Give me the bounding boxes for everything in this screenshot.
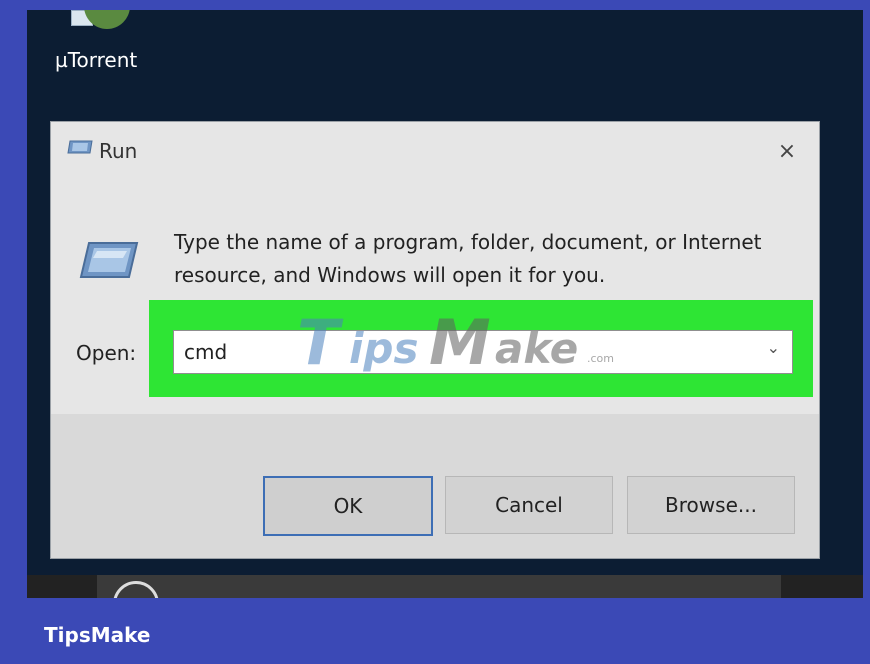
brand-label: TipsMake	[44, 623, 151, 647]
open-combobox[interactable]: cmd ⌄	[173, 330, 793, 374]
utorrent-shortcut-label: µTorrent	[55, 48, 138, 72]
run-dialog: Run × Type the name of a program, folder…	[51, 122, 819, 558]
dialog-title: Run	[99, 139, 138, 163]
utorrent-icon	[71, 10, 130, 29]
cortana-icon[interactable]	[113, 581, 159, 598]
taskbar-search[interactable]	[97, 575, 781, 598]
open-input[interactable]: cmd	[184, 340, 227, 364]
utorrent-shortcut[interactable]	[71, 10, 141, 50]
run-icon	[79, 242, 139, 278]
desktop-screen: µTorrent Run × Type the name of a progra…	[27, 10, 863, 598]
browse-button[interactable]: Browse...	[627, 476, 795, 534]
run-icon	[67, 140, 93, 154]
chevron-down-icon[interactable]: ⌄	[767, 338, 780, 357]
title-bar[interactable]: Run ×	[51, 122, 819, 178]
dialog-message: Type the name of a program, folder, docu…	[174, 230, 762, 287]
taskbar	[27, 575, 863, 598]
button-row: OK Cancel Browse...	[51, 414, 819, 558]
ok-button[interactable]: OK	[263, 476, 433, 536]
close-icon[interactable]: ×	[767, 132, 807, 172]
image-frame: µTorrent Run × Type the name of a progra…	[0, 0, 870, 664]
open-label: Open:	[76, 341, 137, 365]
cancel-button[interactable]: Cancel	[445, 476, 613, 534]
